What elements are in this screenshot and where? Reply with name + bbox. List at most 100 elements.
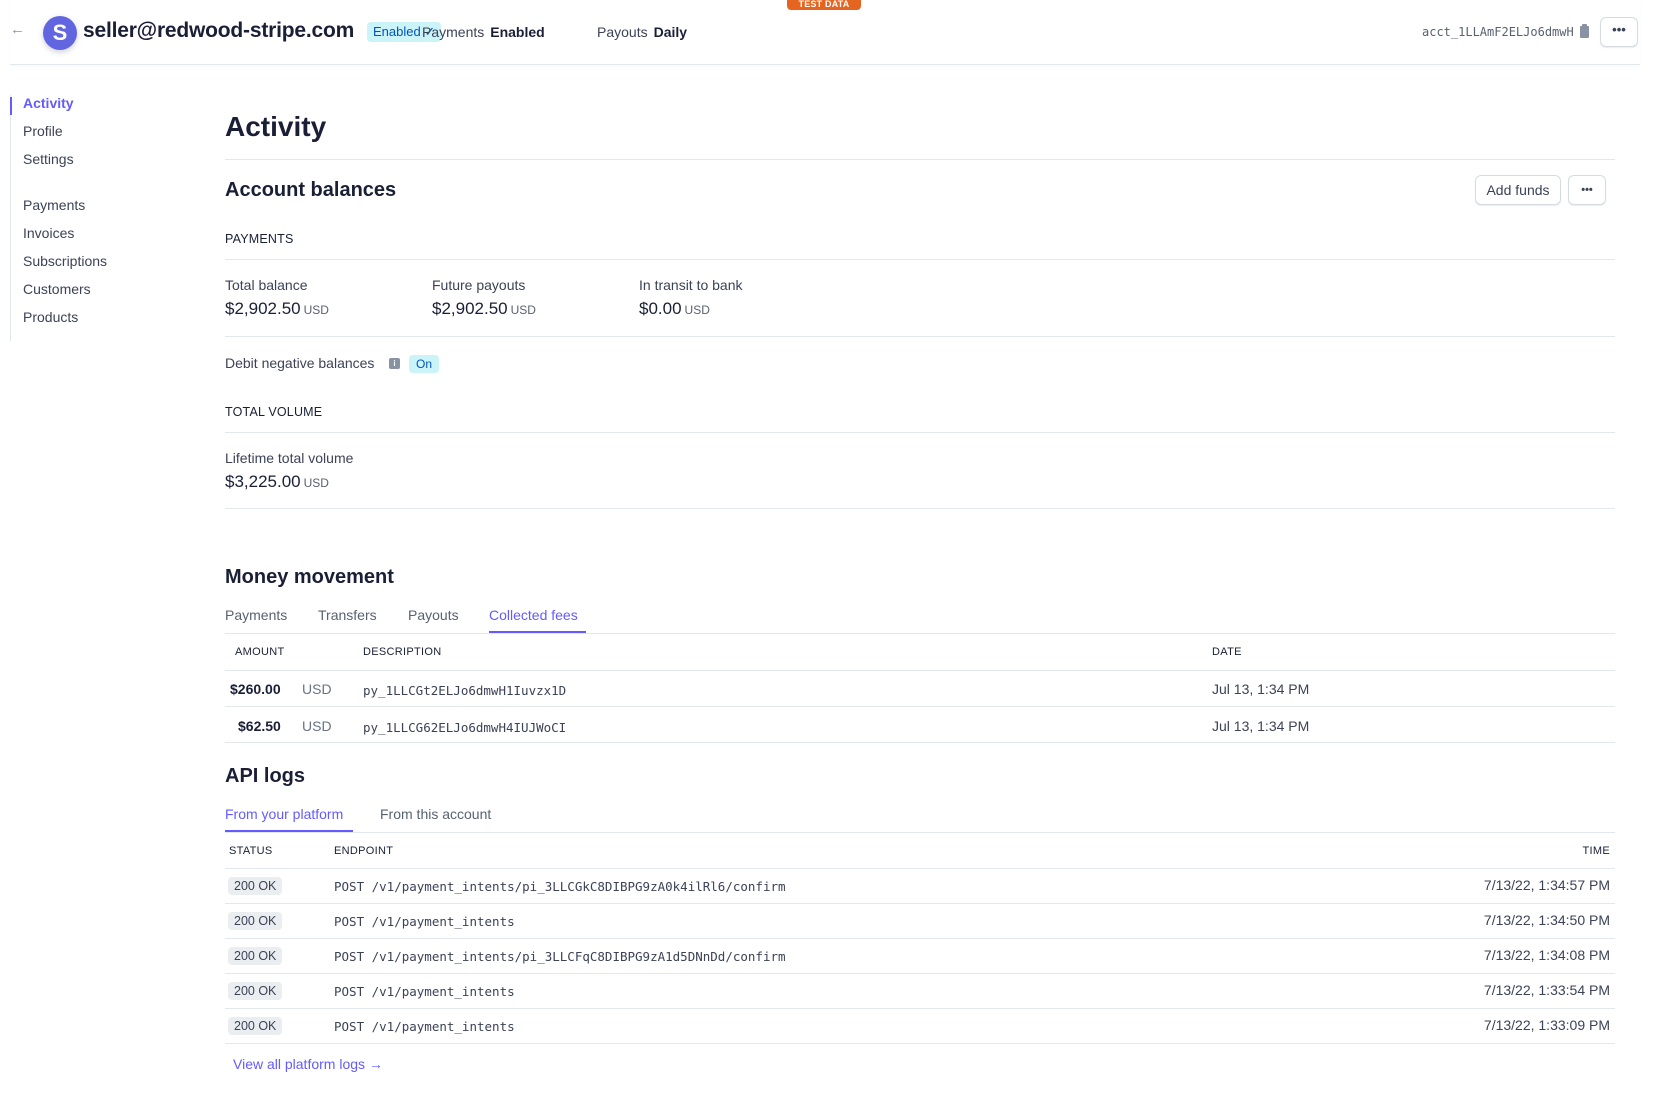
divider bbox=[225, 903, 1615, 904]
clipboard-icon[interactable] bbox=[1580, 24, 1589, 38]
status-badge: 200 OK bbox=[228, 912, 283, 930]
avatar: S bbox=[43, 16, 77, 50]
tab-from-your-platform[interactable]: From your platform bbox=[225, 806, 343, 822]
stat-value: $3,225.00 USD bbox=[225, 472, 353, 492]
column-header-time: TIME bbox=[1582, 845, 1610, 857]
payouts-schedule-label: Payouts bbox=[597, 24, 648, 40]
status-badge-label: Enabled bbox=[373, 24, 421, 39]
money-movement-title: Money movement bbox=[225, 566, 394, 588]
log-endpoint: POST /v1/payment_intents bbox=[334, 914, 515, 929]
divider bbox=[225, 508, 1615, 509]
account-email: seller@redwood-stripe.com bbox=[83, 19, 355, 42]
stat-value: $2,902.50 USD bbox=[225, 299, 329, 319]
divider bbox=[225, 742, 1615, 743]
fee-description[interactable]: py_1LLCG62ELJo6dmwH4IUJWoCI bbox=[363, 720, 566, 735]
sidebar-item-profile[interactable]: Profile bbox=[23, 123, 63, 139]
sidebar-item-products[interactable]: Products bbox=[23, 309, 78, 325]
column-header-amount: AMOUNT bbox=[235, 646, 285, 658]
payments-status-label: Payments bbox=[422, 24, 485, 40]
stat-value: $0.00 USD bbox=[639, 299, 743, 319]
tab-payments[interactable]: Payments bbox=[225, 607, 287, 623]
divider bbox=[225, 432, 1615, 433]
view-all-platform-logs-link[interactable]: View all platform logs → bbox=[233, 1056, 383, 1072]
debit-status-badge: On bbox=[409, 355, 440, 373]
divider bbox=[225, 1008, 1615, 1009]
stat-in-transit: In transit to bank $0.00 USD bbox=[639, 277, 743, 319]
stat-lifetime-volume: Lifetime total volume $3,225.00 USD bbox=[225, 450, 353, 492]
balances-more-button[interactable]: ••• bbox=[1568, 175, 1606, 205]
stat-future-payouts: Future payouts $2,902.50 USD bbox=[432, 277, 536, 319]
fee-date: Jul 13, 1:34 PM bbox=[1212, 718, 1310, 734]
stat-label: Total balance bbox=[225, 277, 308, 293]
divider bbox=[225, 259, 1615, 260]
status-badge: 200 OK bbox=[228, 877, 283, 895]
log-time: 7/13/22, 1:34:08 PM bbox=[1483, 947, 1610, 963]
divider bbox=[225, 832, 1615, 833]
log-endpoint: POST /v1/payment_intents/pi_3LLCFqC8DIBP… bbox=[334, 949, 786, 964]
arrow-left-icon[interactable]: ← bbox=[10, 22, 26, 38]
tab-transfers[interactable]: Transfers bbox=[318, 607, 377, 623]
tab-from-this-account[interactable]: From this account bbox=[380, 806, 491, 822]
stat-currency: USD bbox=[684, 303, 710, 317]
log-time: 7/13/22, 1:34:50 PM bbox=[1483, 912, 1610, 928]
fee-currency: USD bbox=[302, 718, 332, 734]
log-endpoint: POST /v1/payment_intents bbox=[334, 1019, 515, 1034]
column-header-status: STATUS bbox=[229, 845, 273, 857]
column-header-description: DESCRIPTION bbox=[363, 646, 442, 658]
log-endpoint: POST /v1/payment_intents bbox=[334, 984, 515, 999]
fee-currency: USD bbox=[302, 681, 332, 697]
stat-total-balance: Total balance $2,902.50 USD bbox=[225, 277, 329, 319]
divider bbox=[225, 633, 1615, 634]
stat-label: Lifetime total volume bbox=[225, 450, 354, 466]
sidebar-active-indicator bbox=[10, 97, 12, 115]
payments-heading: PAYMENTS bbox=[225, 232, 294, 246]
sidebar-item-customers[interactable]: Customers bbox=[23, 281, 91, 297]
account-header: ← S seller@redwood-stripe.com Enabled ✓ … bbox=[10, 0, 1640, 65]
page-title: Activity bbox=[225, 111, 327, 142]
stat-currency: USD bbox=[303, 303, 329, 317]
info-icon[interactable]: i bbox=[389, 358, 400, 369]
sidebar-item-invoices[interactable]: Invoices bbox=[23, 225, 74, 241]
payouts-schedule: Payouts Daily bbox=[597, 24, 687, 40]
fee-amount: $62.50 bbox=[238, 718, 281, 734]
status-badge: 200 OK bbox=[228, 947, 283, 965]
divider bbox=[225, 159, 1615, 160]
divider bbox=[225, 868, 1615, 869]
debit-negative-balances-label: Debit negative balances bbox=[225, 355, 375, 371]
divider bbox=[225, 973, 1615, 974]
stat-currency: USD bbox=[510, 303, 536, 317]
fee-amount: $260.00 bbox=[230, 681, 281, 697]
sidebar-item-activity[interactable]: Activity bbox=[23, 95, 74, 111]
divider bbox=[225, 1043, 1615, 1044]
divider bbox=[225, 938, 1615, 939]
status-badge: 200 OK bbox=[228, 1017, 283, 1035]
stat-label: In transit to bank bbox=[639, 277, 743, 293]
payments-status: Payments Enabled bbox=[422, 24, 545, 40]
sidebar-item-settings[interactable]: Settings bbox=[23, 151, 74, 167]
column-header-date: DATE bbox=[1212, 646, 1242, 658]
stat-amount: $2,902.50 bbox=[432, 299, 508, 318]
column-header-endpoint: ENDPOINT bbox=[334, 845, 394, 857]
status-badge: 200 OK bbox=[228, 982, 283, 1000]
log-time: 7/13/22, 1:33:54 PM bbox=[1483, 982, 1610, 998]
sidebar: Activity Profile Settings Payments Invoi… bbox=[10, 95, 170, 341]
stat-currency: USD bbox=[303, 476, 329, 490]
tab-collected-fees[interactable]: Collected fees bbox=[489, 607, 578, 623]
stat-amount: $3,225.00 bbox=[225, 472, 301, 491]
stat-label: Future payouts bbox=[432, 277, 526, 293]
sidebar-item-payments[interactable]: Payments bbox=[23, 197, 85, 213]
total-volume-heading: TOTAL VOLUME bbox=[225, 405, 323, 419]
log-endpoint: POST /v1/payment_intents/pi_3LLCGkC8DIBP… bbox=[334, 879, 786, 894]
tab-payouts[interactable]: Payouts bbox=[408, 607, 459, 623]
stat-value: $2,902.50 USD bbox=[432, 299, 536, 319]
log-time: 7/13/22, 1:34:57 PM bbox=[1483, 877, 1610, 893]
account-balances-title: Account balances bbox=[225, 179, 397, 201]
add-funds-button[interactable]: Add funds bbox=[1475, 175, 1561, 205]
sidebar-item-subscriptions[interactable]: Subscriptions bbox=[23, 253, 107, 269]
header-more-button[interactable]: ••• bbox=[1600, 17, 1638, 47]
divider bbox=[225, 706, 1615, 707]
payments-status-value: Enabled bbox=[490, 24, 545, 40]
payouts-schedule-value: Daily bbox=[653, 24, 688, 40]
fee-date: Jul 13, 1:34 PM bbox=[1212, 681, 1310, 697]
fee-description[interactable]: py_1LLCGt2ELJo6dmwH1Iuvzx1D bbox=[363, 683, 566, 698]
